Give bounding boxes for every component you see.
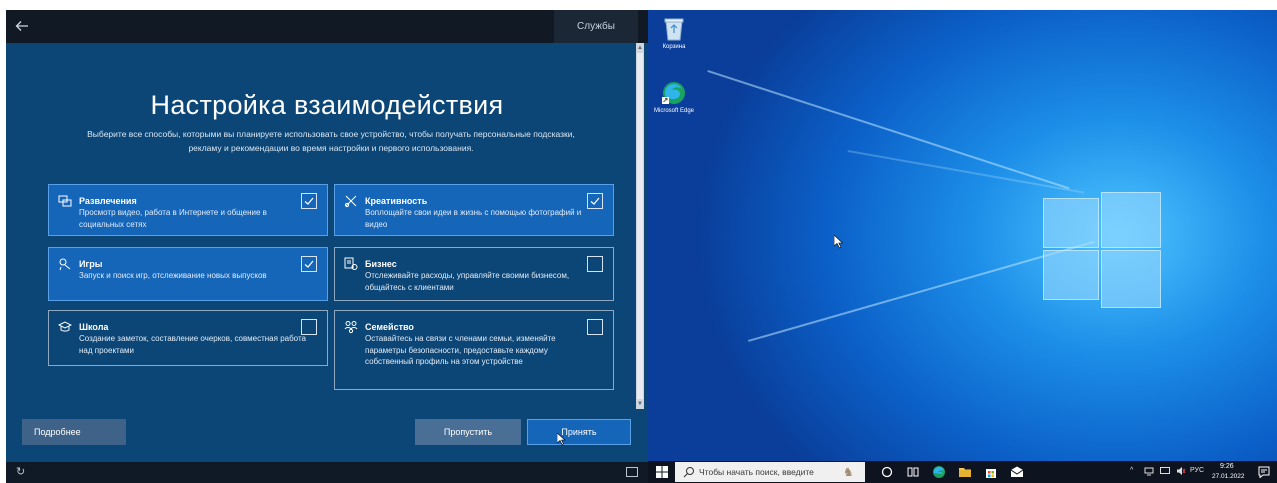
- checkmark-icon: [304, 197, 314, 205]
- creativity-icon: [344, 194, 358, 208]
- chevron-up-icon[interactable]: ^: [1130, 467, 1133, 474]
- windows-start-icon[interactable]: [656, 466, 668, 478]
- oobe-top-bar: Службы: [6, 10, 648, 43]
- desktop-icon-label: Корзина: [662, 44, 686, 50]
- checkbox-unchecked[interactable]: [587, 256, 603, 272]
- ease-of-access-icon[interactable]: ↻: [16, 466, 28, 478]
- card-title: Школа: [79, 322, 109, 332]
- business-icon: [344, 257, 358, 271]
- mouse-cursor-icon: [834, 235, 844, 249]
- cortana-icon[interactable]: [880, 465, 894, 479]
- taskbar: Чтобы начать поиск, введите ♞ ^ РУС 9:26…: [648, 461, 1277, 483]
- back-button[interactable]: [14, 18, 32, 36]
- windows-logo: [1043, 192, 1161, 310]
- checkmark-icon: [590, 197, 600, 205]
- card-description: Создание заметок, составление очерков, с…: [79, 334, 306, 355]
- gaming-icon: [58, 257, 72, 271]
- logo-pane: [1101, 250, 1161, 308]
- school-icon: [57, 320, 73, 334]
- card-school[interactable]: Школа Создание заметок, составление очер…: [48, 310, 328, 366]
- search-placeholder: Чтобы начать поиск, введите: [699, 467, 814, 477]
- subtitle-line-1: Выберите все способы, которыми вы планир…: [87, 129, 575, 139]
- volume-muted-icon[interactable]: [1176, 466, 1186, 476]
- clock-date[interactable]: 27.01.2022: [1212, 473, 1245, 480]
- network-icon[interactable]: [1144, 466, 1154, 476]
- scroll-up-arrow-icon[interactable]: ▲: [636, 43, 644, 53]
- logo-pane: [1043, 198, 1099, 248]
- checkbox-checked[interactable]: [301, 256, 317, 272]
- clock-time[interactable]: 9:26: [1220, 463, 1234, 470]
- checkbox-unchecked[interactable]: [587, 319, 603, 335]
- card-family[interactable]: Семейство Оставайтесь на связи с членами…: [334, 310, 614, 390]
- task-view-icon[interactable]: [906, 465, 920, 479]
- card-title: Семейство: [365, 322, 414, 332]
- card-description: Оставайтесь на связи с членами семьи, из…: [365, 334, 556, 366]
- desktop-icon-recycle-bin[interactable]: Корзина: [651, 16, 697, 51]
- card-business[interactable]: Бизнес Отслеживайте расходы, управляйте …: [334, 247, 614, 301]
- light-beam: [847, 150, 1085, 194]
- card-title: Развлечения: [79, 196, 137, 206]
- search-highlight-icon: ♞: [843, 465, 854, 479]
- card-title: Игры: [79, 259, 103, 269]
- desktop-icon-label: Microsoft Edge: [653, 108, 695, 114]
- light-beam: [707, 70, 1070, 190]
- card-gaming[interactable]: Игры Запуск и поиск игр, отслеживание но…: [48, 247, 328, 301]
- checkmark-icon: [304, 260, 314, 268]
- mouse-cursor-icon: [557, 433, 566, 445]
- file-explorer-icon[interactable]: [958, 465, 972, 479]
- arrow-left-icon: [15, 21, 28, 31]
- logo-pane: [1043, 250, 1099, 300]
- store-icon[interactable]: [984, 465, 998, 479]
- logo-pane: [1101, 192, 1161, 248]
- card-description: Воплощайте свои идеи в жизнь с помощью ф…: [365, 208, 582, 229]
- scroll-down-arrow-icon[interactable]: ▼: [636, 399, 644, 409]
- learn-more-button[interactable]: Подробнее: [22, 419, 126, 445]
- card-description: Запуск и поиск игр, отслеживание новых в…: [79, 271, 267, 280]
- page-subtitle: Выберите все способы, которыми вы планир…: [46, 127, 616, 155]
- recycle-bin-icon: [664, 18, 684, 41]
- card-title: Бизнес: [365, 259, 397, 269]
- taskbar-search-box[interactable]: Чтобы начать поиск, введите ♞: [675, 462, 865, 482]
- mail-icon[interactable]: [1010, 465, 1024, 479]
- page-title: Настройка взаимодействия: [150, 90, 504, 120]
- card-creativity[interactable]: Креативность Воплощайте свои идеи в жизн…: [334, 184, 614, 236]
- card-title: Креативность: [365, 196, 428, 206]
- oobe-window: Службы ▲ ▼ Настройка взаимодействия Выбе…: [6, 10, 648, 483]
- card-description: Просмотр видео, работа в Интернете и общ…: [79, 208, 267, 229]
- keyboard-icon[interactable]: [626, 467, 638, 477]
- subtitle-line-2: рекламу и рекомендации во время настройк…: [188, 143, 474, 153]
- entertainment-icon: [58, 194, 72, 208]
- skip-button[interactable]: Пропустить: [415, 419, 521, 445]
- family-icon: [344, 320, 358, 334]
- desktop-icon-edge[interactable]: Microsoft Edge: [651, 80, 697, 115]
- notifications-icon[interactable]: [1258, 466, 1270, 478]
- oobe-bottom-bar: ↻: [6, 462, 648, 483]
- checkbox-checked[interactable]: [587, 193, 603, 209]
- accept-button[interactable]: Принять: [527, 419, 631, 445]
- edge-taskbar-icon[interactable]: [932, 465, 946, 479]
- checkbox-unchecked[interactable]: [301, 319, 317, 335]
- checkbox-checked[interactable]: [301, 193, 317, 209]
- card-description: Отслеживайте расходы, управляйте своими …: [365, 271, 570, 292]
- edge-icon: [662, 82, 685, 104]
- card-entertainment[interactable]: Развлечения Просмотр видео, работа в Инт…: [48, 184, 328, 236]
- display-icon[interactable]: [1160, 466, 1170, 476]
- search-icon: [683, 467, 694, 478]
- desktop[interactable]: Корзина Microsoft Edge: [648, 10, 1277, 461]
- services-link[interactable]: Службы: [554, 10, 638, 43]
- input-language-indicator[interactable]: РУС: [1190, 467, 1204, 474]
